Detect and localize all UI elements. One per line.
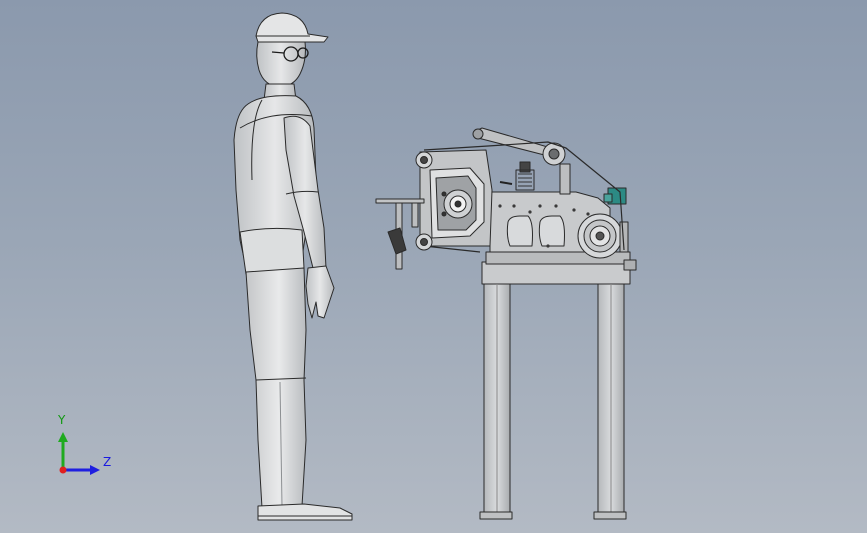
cad-viewport[interactable]: Y Z bbox=[0, 0, 867, 533]
triad-y-label: Y bbox=[58, 413, 66, 427]
upper-contact-wheel bbox=[415, 151, 433, 169]
machine-stand bbox=[479, 261, 631, 520]
motor-pulley bbox=[577, 213, 629, 259]
head bbox=[256, 41, 306, 88]
hand bbox=[305, 265, 335, 319]
coordinate-triad[interactable] bbox=[58, 432, 100, 475]
triad-y-arrow bbox=[58, 432, 68, 442]
human-figure[interactable] bbox=[233, 12, 353, 521]
cad-scene[interactable] bbox=[0, 0, 867, 533]
feet bbox=[257, 503, 353, 521]
cap bbox=[255, 12, 329, 43]
triad-z-label: Z bbox=[103, 455, 112, 469]
legs bbox=[245, 267, 307, 509]
lower-contact-wheel bbox=[415, 233, 433, 251]
tension-spring bbox=[499, 161, 571, 195]
belt-grinder-machine[interactable] bbox=[375, 127, 637, 520]
work-rest bbox=[375, 198, 425, 270]
triad-origin bbox=[59, 466, 67, 474]
triad-z-arrow bbox=[90, 465, 100, 475]
